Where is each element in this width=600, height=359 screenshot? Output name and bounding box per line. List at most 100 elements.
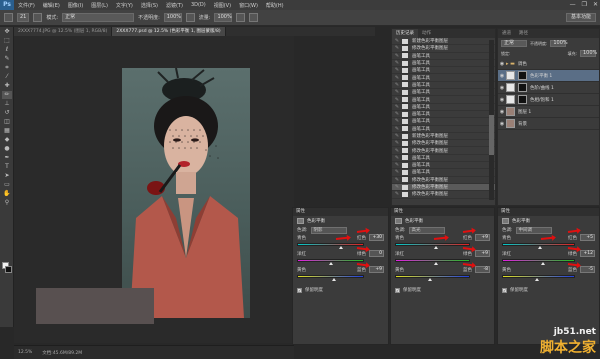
menu-select[interactable]: 选择(S) [137,2,162,9]
brush-tool-icon[interactable] [4,13,13,22]
history-item[interactable]: ✎ 新建色彩平衡图层 [392,133,495,141]
layer-row[interactable]: ◉ 色彩平衡 1 [498,70,599,82]
preserve-luminosity-checkbox[interactable]: ✓ [502,287,507,293]
layer-row[interactable]: ◉ 色阶/曲线 1 [498,82,599,94]
layer-blend-mode[interactable]: 正常 [501,40,527,47]
menu-image[interactable]: 图像(I) [64,2,87,9]
layer-row[interactable]: ◉ 色相/饱和 1 [498,94,599,106]
fill-input[interactable]: 100% [580,50,597,57]
history-brush-source-icon[interactable]: ✎ [392,104,402,110]
menu-filter[interactable]: 滤镜(T) [162,2,187,9]
layer-row[interactable]: ◉ 背景 [498,118,599,130]
layer-mask-thumbnail[interactable] [518,95,527,104]
history-brush-source-icon[interactable]: ✎ [392,67,402,73]
history-brush-source-icon[interactable]: ✎ [392,89,402,95]
history-item[interactable]: ✎ 画笔工具 [392,96,495,104]
workspace-select[interactable]: 基本功能 [566,13,596,22]
history-scroll-thumb[interactable] [489,115,494,155]
slider-knob[interactable] [538,246,543,249]
history-item[interactable]: ✎ 修改色彩平衡图层 [392,183,495,192]
history-brush-source-icon[interactable]: ✎ [392,177,402,183]
layer-mask-thumbnail[interactable] [518,83,527,92]
history-brush-source-icon[interactable]: ✎ [392,45,402,51]
tone-select[interactable]: 高光 [408,226,445,234]
history-item[interactable]: ✎ 画笔工具 [392,169,495,177]
history-brush-source-icon[interactable]: ✎ [392,155,402,161]
history-brush-source-icon[interactable]: ✎ [392,169,402,175]
dodge-tool-icon[interactable]: ● [2,145,12,153]
crop-tool-icon[interactable]: ⌗ [2,64,12,72]
brush-panel-icon[interactable] [33,13,43,22]
history-brush-source-icon[interactable]: ✎ [392,140,402,146]
folder-icon[interactable]: ▸ ▬ [506,61,515,67]
history-item[interactable]: ✎ 画笔工具 [392,67,495,75]
slider-value-input[interactable]: -5 [580,266,595,273]
clone-stamp-icon[interactable]: ⊥ [2,100,12,108]
background-color[interactable] [5,266,12,273]
type-tool-icon[interactable]: T [2,163,12,171]
history-item[interactable]: ✎ 画笔工具 [392,126,495,133]
slider-track[interactable] [395,259,470,262]
slider-track[interactable] [502,259,575,262]
history-brush-source-icon[interactable]: ✎ [392,97,402,103]
history-brush-source-icon[interactable]: ✎ [392,133,402,139]
slider-value-input[interactable]: +12 [580,250,595,257]
color-swatches[interactable] [2,262,12,274]
history-brush-source-icon[interactable]: ✎ [392,162,402,168]
slider-knob[interactable] [328,262,333,265]
visibility-eye-icon[interactable]: ◉ [498,109,506,115]
slider-knob[interactable] [427,278,432,281]
history-item[interactable]: ✎ 画笔工具 [392,60,495,68]
history-item[interactable]: ✎ 修改色彩平衡图层 [392,147,495,155]
history-brush-source-icon[interactable]: ✎ [392,111,402,117]
slider-track[interactable] [297,275,364,278]
history-brush-source-icon[interactable]: ✎ [392,75,402,81]
history-item[interactable]: ✎ 画笔工具 [392,155,495,163]
history-brush-source-icon[interactable]: ✎ [392,191,402,197]
visibility-eye-icon[interactable]: ◉ [498,61,506,67]
history-brush-source-icon[interactable]: ✎ [392,38,402,44]
brush-tool-icon[interactable]: ✏ [2,91,12,99]
eyedropper-icon[interactable]: ⁄ [2,73,12,81]
history-brush-source-icon[interactable]: ✎ [392,148,402,154]
menu-edit[interactable]: 编辑(E) [39,2,64,9]
path-select-icon[interactable]: ➤ [2,172,12,180]
layer-row[interactable]: ◉ 图层 1 [498,106,599,118]
history-item[interactable]: ✎ 画笔工具 [392,53,495,60]
opacity-input[interactable]: 100% [163,13,182,22]
visibility-eye-icon[interactable]: ◉ [498,85,506,91]
eraser-icon[interactable]: ◫ [2,118,12,126]
menu-help[interactable]: 帮助(H) [262,2,288,9]
menu-3d[interactable]: 3D(D) [187,2,210,8]
doc-tab-2[interactable]: 2XXX777.psd @ 12.5% (色彩平衡 1, 图层蒙版/8) [112,27,226,36]
slider-knob[interactable] [331,278,336,281]
history-item[interactable]: ✎ 画笔工具 [392,82,495,90]
history-brush-source-icon[interactable]: ✎ [392,184,402,190]
layer-opacity-input[interactable]: 100% [550,40,568,47]
gradient-icon[interactable]: ▦ [2,127,12,135]
history-item[interactable]: ✎ 画笔工具 [392,111,495,119]
history-item[interactable]: ✎ 画笔工具 [392,89,495,97]
tab-history[interactable]: 历史记录 [392,29,418,38]
slider-knob[interactable] [433,246,438,249]
pressure-opacity-icon[interactable] [185,13,195,22]
pressure-size-icon[interactable] [249,13,259,22]
zoom-level[interactable]: 12.5% [18,350,32,355]
layer-row[interactable]: ◉ ▸ ▬ 调色 [498,58,599,70]
history-brush-source-icon[interactable]: ✎ [392,126,402,132]
doc-tab-1[interactable]: 2XXX7774.JPG @ 12.5% (图层 1, RGB/8) [14,27,113,36]
close-icon[interactable]: ✕ [593,1,598,8]
slider-knob[interactable] [338,246,343,249]
tone-select[interactable]: 阴影 [310,226,347,234]
lasso-tool-icon[interactable]: ℓ [2,46,12,54]
menu-layer[interactable]: 图层(L) [87,2,112,9]
history-brush-icon[interactable]: ↺ [2,109,12,117]
brush-size-picker[interactable]: 21 [17,13,30,22]
history-item[interactable]: ✎ 画笔工具 [392,74,495,82]
slider-knob[interactable] [540,262,545,265]
history-item[interactable]: ✎ 修改色彩平衡图层 [392,191,495,199]
slider-knob[interactable] [534,278,539,281]
menu-file[interactable]: 文件(F) [14,2,39,9]
pen-tool-icon[interactable]: ✒ [2,154,12,162]
preserve-luminosity-checkbox[interactable]: ✓ [395,287,400,293]
